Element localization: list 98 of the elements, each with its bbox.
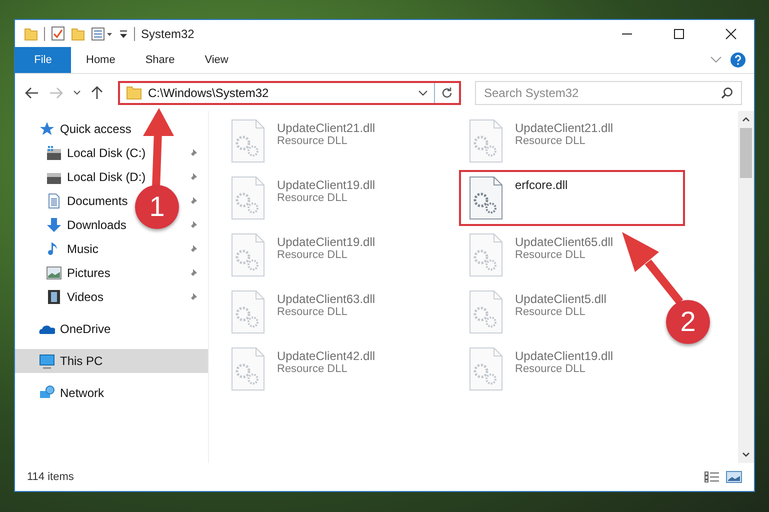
file-name: UpdateClient5.dll xyxy=(515,292,606,306)
sidebar-item-label: Pictures xyxy=(67,266,110,280)
gears-file-icon xyxy=(231,176,265,220)
sidebar-item[interactable]: Pictures xyxy=(15,261,112,285)
customize-toolbar-icon[interactable] xyxy=(119,28,128,38)
sidebar-item[interactable]: Videos xyxy=(15,285,106,309)
sidebar-item[interactable]: Local Disk (C:) xyxy=(15,141,148,165)
sidebar-item-label: This PC xyxy=(60,354,103,368)
sidebar-item[interactable]: Network xyxy=(15,381,106,405)
search-field[interactable]: Search System32 xyxy=(475,80,742,104)
details-view-icon[interactable] xyxy=(704,471,720,483)
sidebar-item-label: Quick access xyxy=(60,122,132,136)
file-item[interactable]: UpdateClient21.dll Resource DLL xyxy=(227,117,380,169)
gears-file-icon xyxy=(469,347,503,391)
gears-file-icon xyxy=(231,119,265,163)
file-name: UpdateClient19.dll xyxy=(515,349,614,363)
file-type: Resource DLL xyxy=(277,306,348,318)
sidebar-item[interactable]: Music xyxy=(15,237,100,261)
properties-icon[interactable] xyxy=(91,26,113,40)
gears-file-icon xyxy=(231,233,265,277)
sidebar-item-icon xyxy=(46,193,62,209)
item-count: 114 items xyxy=(27,471,74,483)
folder-icon xyxy=(126,86,142,100)
gears-file-icon xyxy=(469,119,503,163)
refresh-icon[interactable] xyxy=(441,86,453,98)
sidebar-item-label: Network xyxy=(60,386,104,400)
sidebar-item-label: OneDrive xyxy=(60,322,111,336)
file-name: erfcore.dll xyxy=(515,178,568,192)
sidebar-item-icon xyxy=(39,385,55,401)
file-name: UpdateClient65.dll xyxy=(515,235,614,249)
sidebar-item-label: Local Disk (D:) xyxy=(67,170,146,184)
sidebar-item-label: Local Disk (C:) xyxy=(67,146,146,160)
large-icons-view-icon[interactable] xyxy=(726,471,742,483)
ribbon-tab[interactable]: Home xyxy=(71,47,130,73)
sidebar-item-label: Videos xyxy=(67,290,104,304)
file-item[interactable]: UpdateClient5.dll Resource DLL xyxy=(465,288,610,340)
scrollbar[interactable] xyxy=(738,111,754,463)
file-name: UpdateClient19.dll xyxy=(277,235,376,249)
file-item[interactable]: UpdateClient21.dll Resource DLL xyxy=(465,117,618,169)
file-type: Resource DLL xyxy=(277,363,348,375)
scrollbar-thumb[interactable] xyxy=(740,128,752,178)
scroll-up-icon[interactable] xyxy=(742,116,750,122)
maximize-icon xyxy=(673,28,685,40)
sidebar-item[interactable]: Downloads xyxy=(15,213,128,237)
file-item[interactable]: UpdateClient65.dll Resource DLL xyxy=(465,231,618,283)
sidebar-item-label: Downloads xyxy=(67,218,126,232)
search-icon xyxy=(721,86,733,98)
file-item[interactable]: erfcore.dll xyxy=(459,170,685,226)
file-type: Resource DLL xyxy=(277,249,348,261)
help-icon[interactable] xyxy=(730,52,746,68)
sidebar-item[interactable]: Quick access xyxy=(15,117,134,141)
file-name: UpdateClient63.dll xyxy=(277,292,376,306)
file-type: Resource DLL xyxy=(277,135,348,147)
address-bar[interactable]: C:\Windows\System32 xyxy=(118,80,461,104)
close-icon xyxy=(725,28,737,40)
expand-ribbon-icon[interactable] xyxy=(710,56,722,64)
file-item[interactable]: UpdateClient63.dll Resource DLL xyxy=(227,288,380,340)
file-name: UpdateClient21.dll xyxy=(515,121,614,135)
gears-file-icon xyxy=(469,233,503,277)
file-item[interactable]: UpdateClient19.dll Resource DLL xyxy=(227,174,380,226)
up-icon[interactable] xyxy=(91,86,103,100)
file-type: Resource DLL xyxy=(515,363,586,375)
file-name: UpdateClient19.dll xyxy=(277,178,376,192)
ribbon-tab[interactable]: File xyxy=(15,47,71,73)
gears-file-icon xyxy=(469,176,503,220)
file-name: UpdateClient21.dll xyxy=(277,121,376,135)
file-item[interactable]: UpdateClient19.dll Resource DLL xyxy=(465,345,618,397)
dropdown-icon[interactable] xyxy=(418,90,428,96)
sidebar-item[interactable]: This PC xyxy=(15,349,208,373)
sidebar-item-icon xyxy=(46,145,62,161)
file-item[interactable]: UpdateClient42.dll Resource DLL xyxy=(227,345,380,397)
back-icon[interactable] xyxy=(25,86,39,98)
address-path: C:\Windows\System32 xyxy=(148,86,270,100)
ribbon-tab[interactable]: Share xyxy=(130,47,190,73)
sidebar-item[interactable]: Documents xyxy=(15,189,130,213)
scroll-down-icon[interactable] xyxy=(742,452,750,458)
sidebar-item-icon xyxy=(39,353,55,369)
file-item[interactable]: UpdateClient19.dll Resource DLL xyxy=(227,231,380,283)
minimize-icon xyxy=(621,32,633,34)
checklist-icon[interactable] xyxy=(51,26,65,41)
sidebar-item-label: Documents xyxy=(67,194,128,208)
sidebar-item-icon xyxy=(39,121,55,137)
gears-file-icon xyxy=(231,347,265,391)
file-type: Resource DLL xyxy=(515,249,586,261)
sidebar-item-icon xyxy=(46,217,62,233)
file-type: Resource DLL xyxy=(515,135,586,147)
sidebar-item-icon xyxy=(46,265,62,281)
ribbon-tab[interactable]: View xyxy=(190,47,244,73)
gears-file-icon xyxy=(231,290,265,334)
window-title: System32 xyxy=(141,26,194,40)
file-type: Resource DLL xyxy=(277,192,348,204)
gears-file-icon xyxy=(469,290,503,334)
file-name: UpdateClient42.dll xyxy=(277,349,376,363)
sidebar-item-label: Music xyxy=(67,242,98,256)
sidebar-item-icon xyxy=(46,289,62,305)
recent-locations-icon[interactable] xyxy=(73,90,81,96)
file-type: Resource DLL xyxy=(515,306,586,318)
sidebar-item[interactable]: OneDrive xyxy=(15,317,113,341)
